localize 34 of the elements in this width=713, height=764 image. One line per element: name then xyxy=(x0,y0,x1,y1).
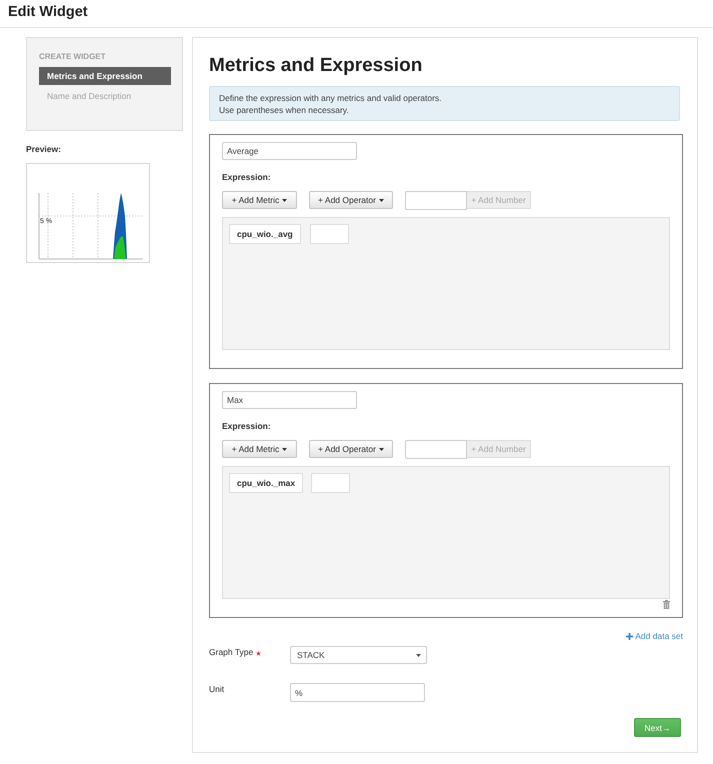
unit-label: Unit xyxy=(209,684,224,695)
add-operator-button[interactable]: + Add Operator xyxy=(309,191,393,210)
trash-icon[interactable] xyxy=(663,600,670,610)
expression-label: Expression: xyxy=(222,420,271,431)
section-title: Metrics and Expression xyxy=(209,54,422,78)
expression-input[interactable] xyxy=(311,472,350,493)
metric-token[interactable]: cpu_wio._max xyxy=(229,472,304,493)
caret-icon xyxy=(282,448,288,451)
info-text: Define the expression with any metrics and valid operators. xyxy=(219,92,442,104)
unit-input[interactable]: % xyxy=(290,683,425,702)
expression-input[interactable] xyxy=(310,224,349,244)
caret-icon xyxy=(378,198,384,202)
name-input[interactable]: Max xyxy=(222,391,357,409)
caret-icon xyxy=(378,448,384,451)
preview-label: Preview: xyxy=(26,144,61,155)
plus-icon xyxy=(626,632,634,640)
add-operator-button[interactable]: + Add Operator xyxy=(309,440,393,458)
caret-icon xyxy=(282,198,288,202)
graph-type-label: Graph Type xyxy=(209,647,254,658)
add-metric-button[interactable]: + Add Metric xyxy=(222,440,297,458)
caret-icon xyxy=(416,654,421,656)
graph-type-select[interactable]: STACK xyxy=(290,646,427,664)
expression-label: Expression: xyxy=(222,172,271,182)
nav-heading: CREATE WIDGET xyxy=(39,52,107,62)
lower-series-area xyxy=(114,236,126,259)
metric-token[interactable]: cpu_wio._avg xyxy=(229,224,301,244)
add-metric-button[interactable]: + Add Metric xyxy=(222,191,297,210)
number-input[interactable] xyxy=(405,190,467,210)
nav-step[interactable]: Metrics and Expression xyxy=(39,67,171,85)
page-title: Edit Widget xyxy=(8,3,88,21)
add-data-set-link[interactable]: Add data set xyxy=(626,630,683,642)
info-text: Use parentheses when necessary. xyxy=(219,104,349,116)
name-input[interactable]: Average xyxy=(222,142,357,160)
number-input[interactable] xyxy=(405,440,467,459)
